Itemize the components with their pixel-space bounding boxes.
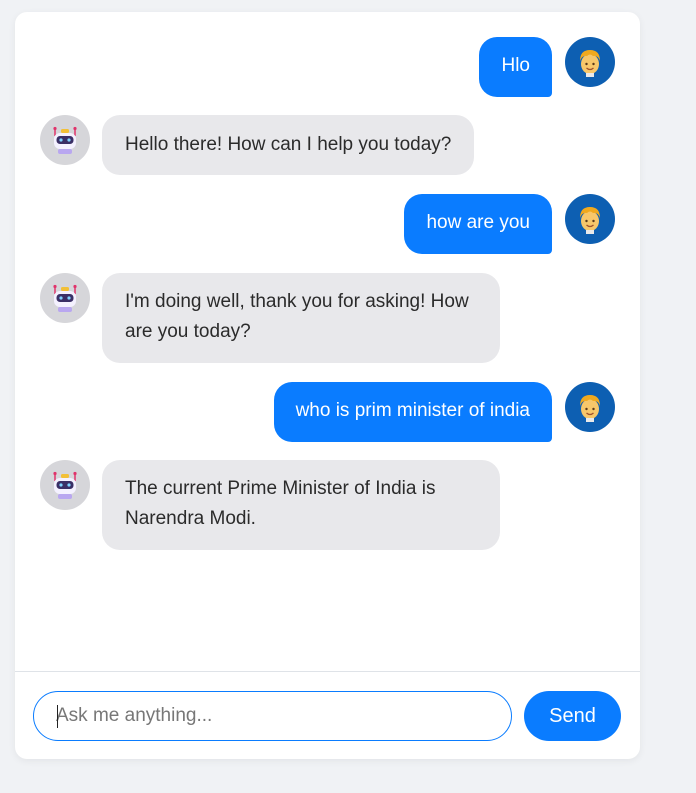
bot-avatar — [40, 273, 90, 323]
message-row-bot: The current Prime Minister of India is N… — [15, 460, 640, 551]
message-row-user: Hlo — [15, 37, 640, 98]
composer-bar: Send — [15, 671, 640, 759]
robot-icon — [40, 115, 90, 165]
text-cursor — [57, 705, 58, 728]
message-row-bot: Hello there! How can I help you today? — [15, 115, 640, 177]
bot-message-bubble: Hello there! How can I help you today? — [102, 115, 475, 175]
message-input[interactable] — [33, 691, 512, 741]
chat-window: Hlo Hello there! How can I help you toda… — [15, 12, 640, 759]
bot-avatar — [40, 460, 90, 510]
user-avatar — [565, 382, 615, 432]
user-message-bubble: who is prim minister of india — [273, 382, 552, 442]
send-button[interactable]: Send — [524, 691, 621, 741]
smiling-person-icon — [565, 194, 615, 244]
bot-avatar — [40, 115, 90, 165]
robot-icon — [40, 273, 90, 323]
smiling-person-icon — [565, 382, 615, 432]
message-list: Hlo Hello there! How can I help you toda… — [15, 12, 640, 671]
robot-icon — [40, 460, 90, 510]
message-row-user: how are you — [15, 194, 640, 255]
bot-message-bubble: I'm doing well, thank you for asking! Ho… — [102, 273, 500, 363]
user-avatar — [565, 194, 615, 244]
user-message-bubble: how are you — [404, 194, 552, 254]
bot-message-bubble: The current Prime Minister of India is N… — [102, 460, 500, 550]
message-row-user: who is prim minister of india — [15, 382, 640, 443]
message-row-bot: I'm doing well, thank you for asking! Ho… — [15, 273, 640, 364]
user-message-bubble: Hlo — [479, 37, 552, 97]
smiling-person-icon — [565, 37, 615, 87]
user-avatar — [565, 37, 615, 87]
